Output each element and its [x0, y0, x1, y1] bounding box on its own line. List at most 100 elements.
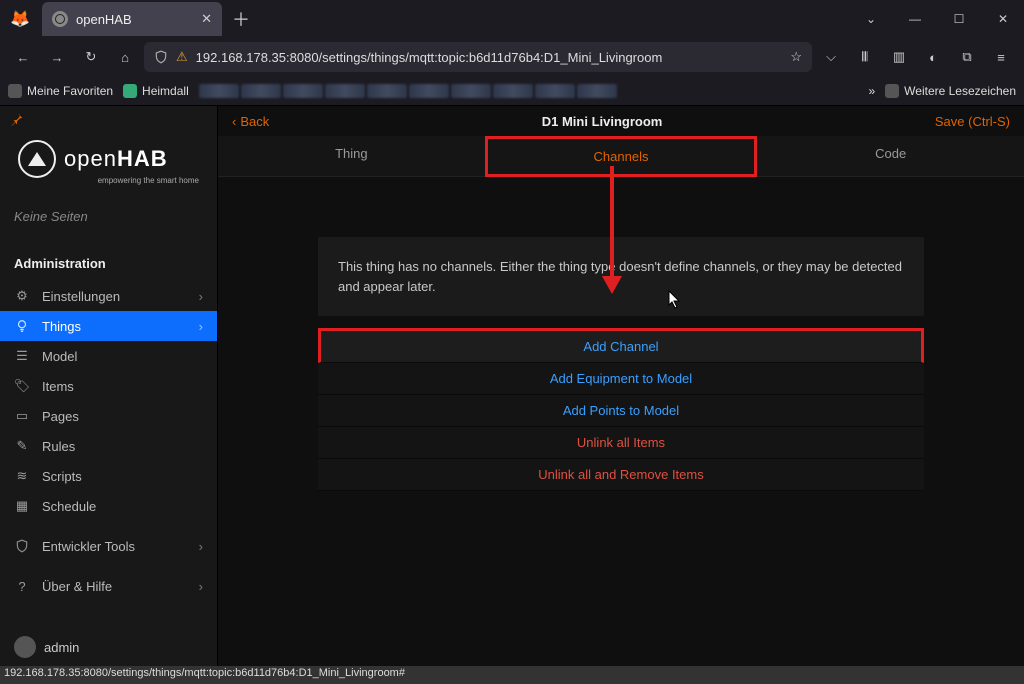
openhab-logo-icon — [18, 140, 56, 178]
new-tab-button[interactable]: ＋ — [232, 6, 250, 32]
gear-icon: ⚙ — [14, 288, 30, 304]
add-equipment-button[interactable]: Add Equipment to Model — [318, 363, 924, 395]
nav-home-button[interactable]: ⌂ — [110, 43, 140, 71]
shield-icon — [154, 50, 168, 64]
sidebar-item-pages[interactable]: ▭ Pages — [0, 401, 217, 431]
add-channel-button[interactable]: Add Channel — [318, 328, 924, 363]
sidebar-item-label: Pages — [42, 409, 79, 424]
window-maximize-button[interactable]: ☐ — [938, 12, 980, 26]
window-icon: ▭ — [14, 408, 30, 424]
tab-code[interactable]: Code — [757, 136, 1024, 177]
browser-status-bar: 192.168.178.35:8080/settings/things/mqtt… — [0, 666, 1024, 684]
sidebar-item-devtools[interactable]: Entwickler Tools › — [0, 531, 217, 561]
back-label: Back — [240, 114, 269, 129]
menu-icon[interactable]: ≡ — [986, 43, 1016, 71]
no-channels-message: This thing has no channels. Either the t… — [318, 237, 924, 316]
extension-icon[interactable]: ◐ — [918, 43, 948, 71]
sidebar-item-things[interactable]: Things › — [0, 311, 217, 341]
firefox-logo-icon: 🦊 — [8, 9, 32, 29]
sidebar-item-model[interactable]: ☰ Model — [0, 341, 217, 371]
bookmarks-overflow-icon[interactable]: » — [868, 84, 875, 98]
browser-navbar: ← → ↻ ⌂ ⚠ 192.168.178.35:8080/settings/t… — [0, 38, 1024, 76]
window-controls: ⌄ — ☐ ✕ — [850, 12, 1024, 26]
pin-sidebar-icon[interactable] — [0, 106, 217, 132]
wand-icon: ✎ — [14, 438, 30, 454]
nav-back-button[interactable]: ← — [8, 43, 38, 71]
window-close-button[interactable]: ✕ — [982, 12, 1024, 26]
folder-icon — [885, 84, 899, 98]
unlink-all-button[interactable]: Unlink all Items — [318, 427, 924, 459]
nav-forward-button[interactable]: → — [42, 43, 72, 71]
bookmark-label: Weitere Lesezeichen — [904, 84, 1016, 98]
browser-titlebar: 🦊 openHAB ✕ ＋ ⌄ — ☐ ✕ — [0, 0, 1024, 38]
tab-close-icon[interactable]: ✕ — [201, 11, 212, 27]
sidebar-icon[interactable]: ▥ — [884, 43, 914, 71]
url-bar[interactable]: ⚠ 192.168.178.35:8080/settings/things/mq… — [144, 42, 812, 72]
bookmark-star-icon[interactable]: ☆ — [790, 49, 802, 65]
nav-reload-button[interactable]: ↻ — [76, 43, 106, 71]
page-title: D1 Mini Livingroom — [269, 114, 935, 129]
sidebar-admin-header: Administration — [0, 246, 217, 281]
bookmark-label: Meine Favoriten — [27, 84, 113, 98]
sidebar-item-label: Model — [42, 349, 77, 364]
chevron-down-icon[interactable]: ⌄ — [850, 12, 892, 26]
sidebar-item-about[interactable]: ? Über & Hilfe › — [0, 571, 217, 601]
chevron-right-icon: › — [199, 579, 203, 594]
sidebar-user[interactable]: admin — [0, 628, 217, 666]
url-text: 192.168.178.35:8080/settings/things/mqtt… — [196, 50, 783, 65]
sidebar-nav: ⚙ Einstellungen › Things › ☰ Model 🏷 — [0, 281, 217, 601]
avatar-icon — [14, 636, 36, 658]
window-minimize-button[interactable]: — — [894, 12, 936, 26]
openhab-favicon-icon — [52, 11, 68, 27]
unlink-remove-button[interactable]: Unlink all and Remove Items — [318, 459, 924, 491]
sidebar-item-items[interactable]: 🏷 Items — [0, 371, 217, 401]
sidebar-item-rules[interactable]: ✎ Rules — [0, 431, 217, 461]
bookmarks-bar: Meine Favoriten Heimdall » Weitere Lesez… — [0, 76, 1024, 106]
logo-tagline: empowering the smart home — [18, 176, 199, 185]
folder-icon — [8, 84, 22, 98]
lock-insecure-icon: ⚠ — [176, 49, 188, 65]
sidebar-item-label: Einstellungen — [42, 289, 120, 304]
tab-channels[interactable]: Channels — [485, 136, 758, 177]
back-button[interactable]: ‹ Back — [232, 114, 269, 129]
list-icon: ☰ — [14, 348, 30, 364]
openhab-logo: openHAB empowering the smart home — [0, 132, 217, 201]
bookmark-heimdall[interactable]: Heimdall — [123, 84, 189, 98]
main-content: ‹ Back D1 Mini Livingroom Save (Ctrl-S) … — [218, 106, 1024, 666]
user-name: admin — [44, 640, 79, 655]
lightbulb-icon — [14, 318, 30, 334]
sidebar-item-scripts[interactable]: ≋ Scripts — [0, 461, 217, 491]
tab-thing[interactable]: Thing — [218, 136, 485, 177]
openhab-app: openHAB empowering the smart home Keine … — [0, 106, 1024, 666]
channels-content: This thing has no channels. Either the t… — [218, 207, 1024, 521]
browser-tabs: openHAB ✕ ＋ — [42, 2, 850, 36]
chevron-right-icon: › — [199, 289, 203, 304]
save-button[interactable]: Save (Ctrl-S) — [935, 114, 1010, 129]
overflow-icon[interactable]: ⧉ — [952, 43, 982, 71]
shield-icon — [14, 538, 30, 554]
bookmark-label: Heimdall — [142, 84, 189, 98]
sidebar: openHAB empowering the smart home Keine … — [0, 106, 218, 666]
sidebar-item-schedule[interactable]: ▦ Schedule — [0, 491, 217, 521]
sidebar-item-label: Rules — [42, 439, 75, 454]
sidebar-item-label: Schedule — [42, 499, 96, 514]
sidebar-item-label: Entwickler Tools — [42, 539, 135, 554]
browser-tab-active[interactable]: openHAB ✕ — [42, 2, 222, 36]
tab-row: Thing Channels Code — [218, 136, 1024, 177]
tag-icon: 🏷 — [14, 378, 30, 394]
chevron-right-icon: › — [199, 539, 203, 554]
bookmark-meine-favoriten[interactable]: Meine Favoriten — [8, 84, 113, 98]
chevron-right-icon: › — [199, 319, 203, 334]
sidebar-no-pages: Keine Seiten — [0, 201, 217, 232]
sidebar-item-label: Items — [42, 379, 74, 394]
bookmark-weitere[interactable]: Weitere Lesezeichen — [885, 84, 1016, 98]
pocket-icon[interactable]: ⌵ — [816, 43, 846, 71]
page-topbar: ‹ Back D1 Mini Livingroom Save (Ctrl-S) — [218, 106, 1024, 136]
bookmarks-redacted — [199, 84, 617, 98]
library-icon[interactable]: 𝄃𝄃 — [850, 43, 880, 71]
question-icon: ? — [14, 578, 30, 594]
sidebar-item-settings[interactable]: ⚙ Einstellungen › — [0, 281, 217, 311]
tab-title: openHAB — [76, 12, 132, 27]
add-points-button[interactable]: Add Points to Model — [318, 395, 924, 427]
sidebar-item-label: Über & Hilfe — [42, 579, 112, 594]
